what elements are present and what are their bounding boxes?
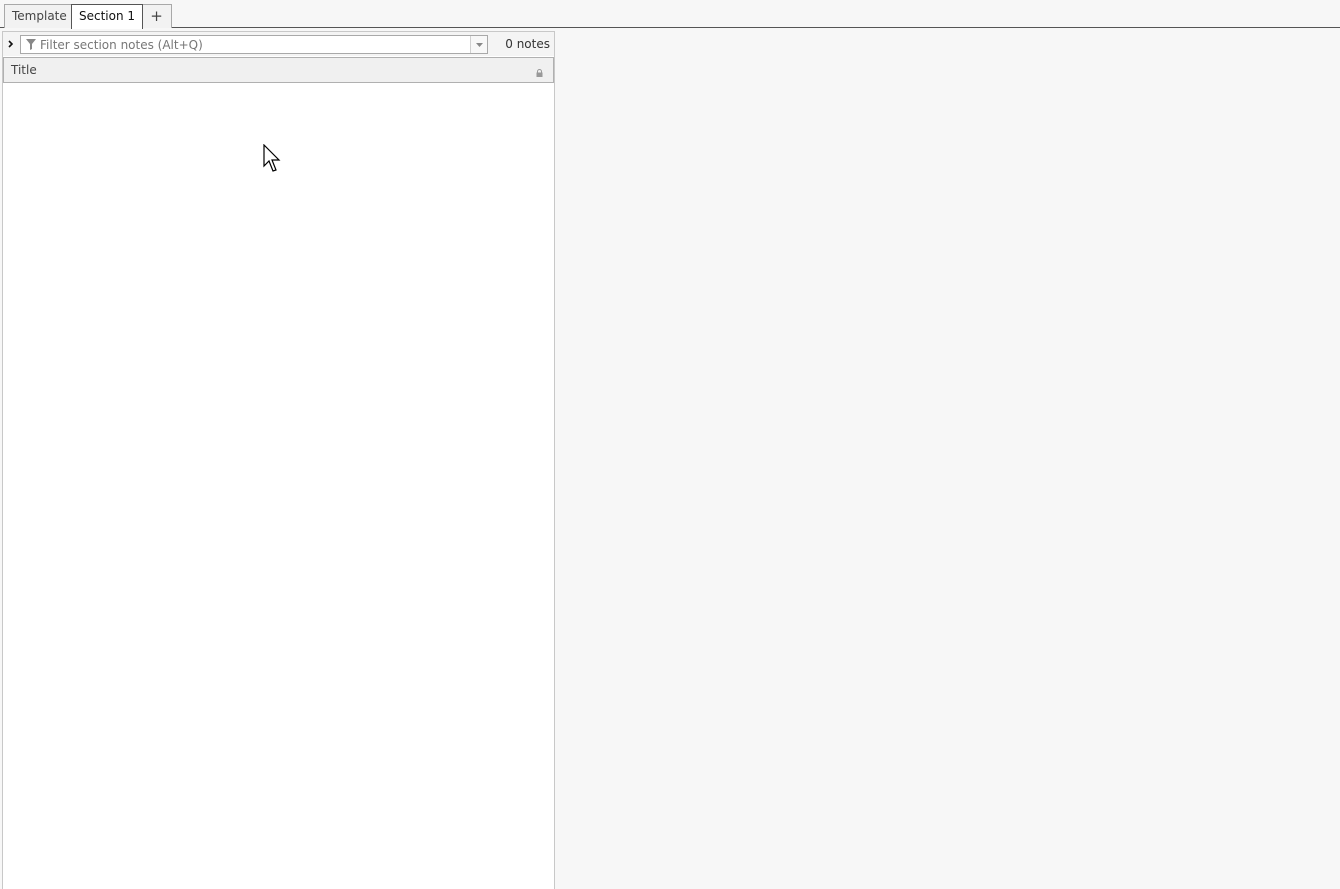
chevron-down-icon	[476, 43, 483, 47]
mouse-cursor-icon	[263, 144, 281, 172]
note-editor-area[interactable]	[556, 29, 1340, 889]
note-count: 0 notes	[505, 37, 550, 51]
chevron-right-icon[interactable]	[7, 37, 17, 51]
column-header-title[interactable]: Title	[3, 57, 554, 83]
filter-dropdown-button[interactable]	[470, 36, 487, 53]
notes-list[interactable]	[3, 83, 554, 889]
add-section-button[interactable]: +	[141, 4, 172, 28]
tab-template[interactable]: Template	[4, 4, 75, 28]
section-tab-bar: Template Section 1 +	[0, 0, 1340, 29]
lock-icon	[536, 66, 543, 77]
filter-toolbar: 0 notes	[3, 32, 554, 56]
column-title-label: Title	[11, 63, 37, 77]
funnel-icon	[25, 38, 37, 51]
filter-input[interactable]	[40, 36, 468, 53]
tab-section-1[interactable]: Section 1	[71, 4, 144, 29]
filter-box	[20, 35, 488, 54]
